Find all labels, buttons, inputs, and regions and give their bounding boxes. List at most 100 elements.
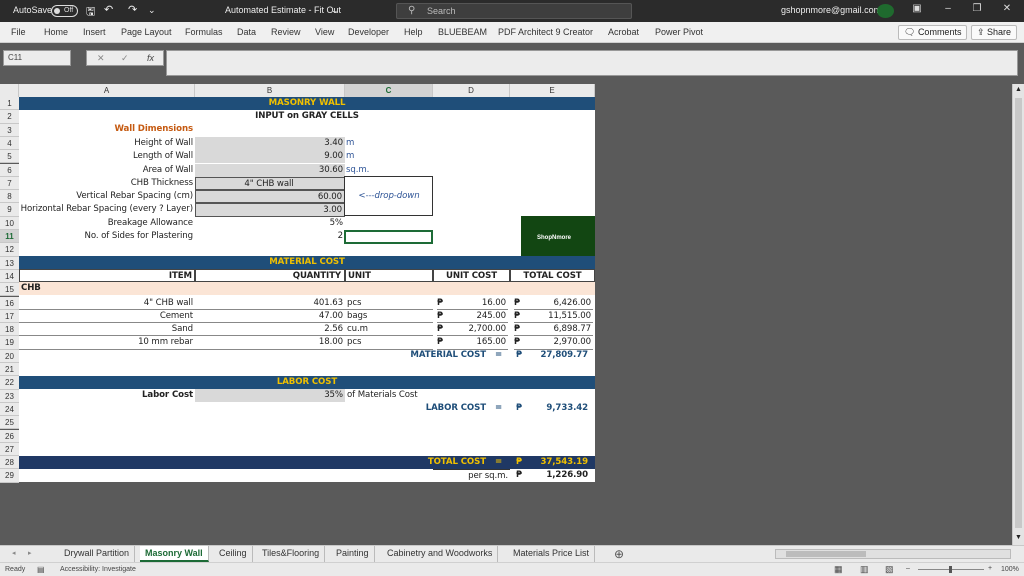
zoom-in-icon[interactable]: + <box>988 565 992 572</box>
document-title[interactable]: Automated Estimate - Fit Out <box>225 5 341 15</box>
menu-file[interactable]: File <box>11 27 26 37</box>
input-value[interactable]: 4" CHB wall <box>195 176 345 191</box>
menu-power-pivot[interactable]: Power Pivot <box>655 27 703 37</box>
menu-page-layout[interactable]: Page Layout <box>121 27 172 37</box>
row-header[interactable]: 23 <box>0 389 19 403</box>
scroll-thumb[interactable] <box>1015 98 1022 528</box>
menu-home[interactable]: Home <box>44 27 68 37</box>
page-break-view-icon[interactable]: ▧ <box>885 564 894 575</box>
input-value[interactable]: 3.00 <box>195 203 345 217</box>
row-header[interactable]: 14 <box>0 269 19 284</box>
autosave-toggle[interactable]: Off <box>51 5 78 17</box>
menu-formulas[interactable]: Formulas <box>185 27 223 37</box>
row-header[interactable]: 3 <box>0 123 19 137</box>
tab-materials-price-list[interactable]: Materials Price List <box>508 546 596 562</box>
zoom-out-icon[interactable]: – <box>906 565 910 572</box>
comments-button[interactable]: 🗨 Comments <box>898 25 968 40</box>
redo-icon[interactable]: ↷ <box>128 3 137 16</box>
tab-drywall-partition[interactable]: Drywall Partition <box>59 546 136 562</box>
input-value[interactable]: 5% <box>195 217 345 230</box>
customize-qat-icon[interactable]: ⌄ <box>148 5 156 16</box>
row-header[interactable]: 1 <box>0 97 19 111</box>
name-box[interactable]: C11 <box>3 50 71 66</box>
row-header[interactable]: 17 <box>0 309 19 324</box>
insert-function-icon[interactable]: fx <box>147 51 154 65</box>
menu-view[interactable]: View <box>315 27 334 37</box>
row-header[interactable]: 22 <box>0 376 19 390</box>
avatar[interactable] <box>877 4 894 18</box>
restore-icon[interactable]: ❐ <box>967 3 987 14</box>
row-header[interactable]: 16 <box>0 296 19 310</box>
save-icon[interactable]: 🖫 <box>86 3 95 22</box>
share-button[interactable]: ⇪ Share <box>971 25 1018 40</box>
row-header[interactable]: 9 <box>0 203 19 217</box>
row-header[interactable]: 2 <box>0 110 19 124</box>
row-header[interactable]: 6 <box>0 163 19 177</box>
page-layout-view-icon[interactable]: ▥ <box>860 564 869 575</box>
row-header[interactable]: 21 <box>0 363 19 377</box>
row-header[interactable]: 27 <box>0 442 19 457</box>
row-header[interactable]: 20 <box>0 349 19 363</box>
ribbon-display-icon[interactable]: ▣ <box>907 3 927 14</box>
close-icon[interactable]: ✕ <box>997 3 1017 14</box>
undo-icon[interactable]: ↶ <box>104 3 113 16</box>
row-header[interactable]: 8 <box>0 190 19 204</box>
column-header-e[interactable]: E <box>510 84 595 97</box>
row-header[interactable]: 25 <box>0 416 19 430</box>
input-value[interactable]: 60.00 <box>195 190 345 204</box>
scroll-down-icon[interactable]: ▼ <box>1015 534 1022 541</box>
tab-tiles-flooring[interactable]: Tiles&Flooring <box>257 546 326 562</box>
row-header[interactable]: 24 <box>0 402 19 417</box>
menu-bluebeam[interactable]: BLUEBEAM <box>438 27 487 37</box>
menu-help[interactable]: Help <box>404 27 423 37</box>
column-header-c[interactable]: C <box>345 84 433 97</box>
row-header[interactable]: 18 <box>0 323 19 337</box>
column-header-d[interactable]: D <box>433 84 510 97</box>
labor-cost-input[interactable]: 35% <box>195 389 345 403</box>
cancel-icon[interactable]: ✕ <box>97 51 105 65</box>
row-header[interactable]: 28 <box>0 456 19 470</box>
tab-prev-icon[interactable]: ◂ <box>12 549 16 557</box>
tab-ceiling[interactable]: Ceiling <box>214 546 253 562</box>
row-header[interactable]: 29 <box>0 469 19 483</box>
selected-cell-c11[interactable] <box>344 230 433 244</box>
tab-cabinetry-woodworks[interactable]: Cabinetry and Woodworks <box>382 546 499 562</box>
macro-record-icon[interactable]: ▤ <box>37 565 45 574</box>
tab-painting[interactable]: Painting <box>331 546 375 562</box>
row-header[interactable]: 19 <box>0 336 19 350</box>
menu-acrobat[interactable]: Acrobat <box>608 27 639 37</box>
worksheet-grid[interactable]: A B C D E 1 2 3 4 5 6 7 8 9 10 11 12 13 14 15 16 17 18 19 2… <box>0 84 1012 545</box>
zoom-slider-thumb[interactable] <box>949 566 952 573</box>
menu-developer[interactable]: Developer <box>348 27 389 37</box>
input-value[interactable]: 3.40 <box>195 136 345 151</box>
menu-data[interactable]: Data <box>237 27 256 37</box>
row-header[interactable]: 12 <box>0 243 19 257</box>
zoom-level[interactable]: 100% <box>1001 566 1019 573</box>
row-header[interactable]: 26 <box>0 429 19 443</box>
search-box[interactable]: ⚲ Search <box>396 3 632 19</box>
horizontal-scrollbar[interactable] <box>775 549 1011 559</box>
enter-icon[interactable]: ✓ <box>121 51 129 65</box>
chevron-down-icon[interactable]: ⌄ <box>331 5 339 16</box>
tab-masonry-wall[interactable]: Masonry Wall <box>140 546 209 562</box>
add-sheet-icon[interactable]: ⊕ <box>614 547 624 561</box>
select-all-corner[interactable] <box>0 84 19 97</box>
column-header-b[interactable]: B <box>195 84 345 97</box>
row-header[interactable]: 15 <box>0 283 19 297</box>
minimize-icon[interactable]: – <box>938 3 958 14</box>
accessibility-status[interactable]: Accessibility: Investigate <box>60 566 136 573</box>
row-header[interactable]: 7 <box>0 176 19 191</box>
row-header[interactable]: 10 <box>0 216 19 230</box>
tab-next-icon[interactable]: ▸ <box>28 549 32 557</box>
account-email[interactable]: gshopnmore@gmail.com <box>781 5 881 15</box>
row-header[interactable]: 11 <box>0 230 19 244</box>
menu-review[interactable]: Review <box>271 27 301 37</box>
row-header[interactable]: 13 <box>0 256 19 270</box>
input-value[interactable]: 2 <box>195 230 345 243</box>
column-header-a[interactable]: A <box>19 84 195 97</box>
menu-pdf-architect[interactable]: PDF Architect 9 Creator <box>498 27 593 37</box>
formula-input[interactable] <box>166 50 1018 76</box>
scroll-up-icon[interactable]: ▲ <box>1015 86 1022 93</box>
row-header[interactable]: 5 <box>0 150 19 164</box>
vertical-scrollbar[interactable]: ▲ ▼ <box>1012 84 1024 545</box>
